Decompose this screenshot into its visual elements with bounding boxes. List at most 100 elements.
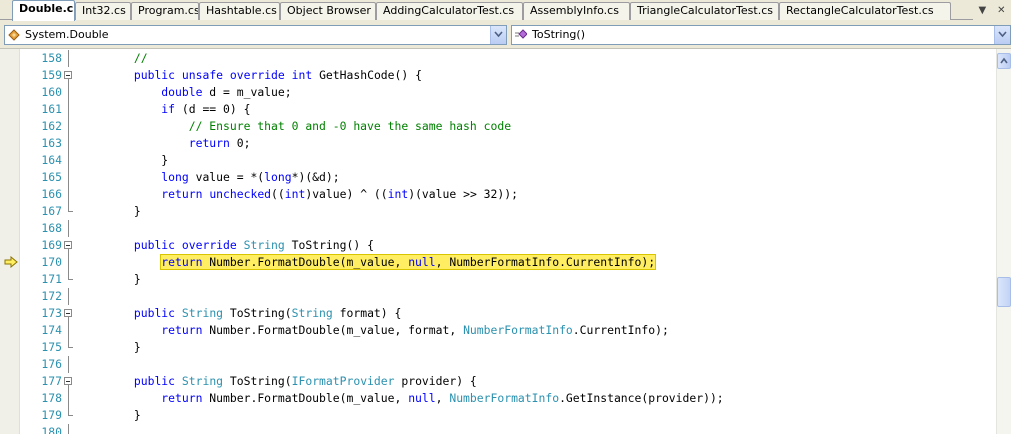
outline-gutter — [64, 203, 74, 220]
code-text: public String ToString(String format) { — [133, 306, 402, 320]
tab-double-cs[interactable]: Double.cs — [12, 0, 75, 21]
code-text: return Number.FormatDouble(m_value, form… — [161, 323, 669, 337]
line-number: 168 — [41, 221, 62, 235]
code-line[interactable]: 165 long value = *(long*)(&d); — [0, 169, 996, 186]
line-number: 161 — [41, 102, 62, 116]
collapse-icon[interactable] — [64, 241, 72, 249]
line-number: 162 — [41, 119, 62, 133]
tab-trianglecalculatortest-cs[interactable]: TriangleCalculatorTest.cs — [630, 2, 779, 20]
outline-gutter — [64, 288, 74, 305]
collapse-icon[interactable] — [64, 71, 72, 79]
code-text: return Number.FormatDouble(m_value, null… — [161, 391, 724, 405]
outline-gutter — [64, 407, 74, 424]
code-line[interactable]: 173 public String ToString(String format… — [0, 305, 996, 322]
code-text: public override String ToString() { — [133, 238, 374, 252]
tab-program-cs[interactable]: Program.cs — [131, 2, 199, 20]
code-line[interactable]: 172 — [0, 288, 996, 305]
member-dropdown[interactable]: ToString() — [511, 25, 1011, 45]
outline-gutter — [64, 322, 74, 339]
line-number: 163 — [41, 136, 62, 150]
code-text: } — [79, 153, 169, 167]
collapse-icon[interactable] — [64, 309, 72, 317]
scroll-up-button[interactable] — [997, 53, 1011, 69]
tab-assemblyinfo-cs[interactable]: AssemblyInfo.cs — [523, 2, 630, 20]
code-text: } — [79, 340, 141, 354]
line-number: 177 — [41, 374, 62, 388]
tab-hashtable-cs[interactable]: Hashtable.cs — [199, 2, 280, 20]
code-text: long value = *(long*)(&d); — [161, 170, 340, 184]
code-line[interactable]: 170 return Number.FormatDouble(m_value, … — [0, 254, 996, 271]
outline-gutter — [64, 254, 74, 271]
code-line[interactable]: 161 if (d == 0) { — [0, 101, 996, 118]
line-number: 164 — [41, 153, 62, 167]
code-text: // — [133, 51, 148, 65]
tab-list-icon[interactable]: ▼ — [978, 5, 986, 16]
type-dropdown[interactable]: System.Double — [4, 25, 507, 45]
document-tab-strip: Double.cs Int32.cs Program.cs Hashtable.… — [0, 0, 1011, 21]
code-text: return 0; — [188, 136, 251, 150]
code-line[interactable]: 179 } — [0, 407, 996, 424]
code-line[interactable]: 166 return unchecked((int)value) ^ ((int… — [0, 186, 996, 203]
code-editor[interactable]: 158 //159 public unsafe override int Get… — [0, 49, 996, 434]
line-number: 172 — [41, 289, 62, 303]
line-number: 159 — [41, 68, 62, 82]
line-number: 170 — [41, 255, 62, 269]
code-text: } — [79, 408, 141, 422]
code-line[interactable]: 169 public override String ToString() { — [0, 237, 996, 254]
tab-object-browser[interactable]: Object Browser — [280, 2, 376, 20]
outline-gutter — [64, 169, 74, 186]
tab-addingcalculatortest-cs[interactable]: AddingCalculatorTest.cs — [376, 2, 523, 20]
code-line[interactable]: 180 — [0, 424, 996, 434]
line-number: 171 — [41, 272, 62, 286]
line-number: 165 — [41, 170, 62, 184]
code-line[interactable]: 176 — [0, 356, 996, 373]
outline-gutter — [64, 67, 74, 84]
code-text: public unsafe override int GetHashCode()… — [133, 68, 422, 82]
vertical-scrollbar[interactable] — [996, 49, 1011, 434]
current-statement-highlight: return Number.FormatDouble(m_value, null… — [160, 254, 657, 270]
code-line[interactable]: 174 return Number.FormatDouble(m_value, … — [0, 322, 996, 339]
code-line[interactable]: 167 } — [0, 203, 996, 220]
code-text: } — [79, 204, 141, 218]
code-text: return Number.FormatDouble(m_value, null… — [79, 254, 657, 271]
code-line[interactable]: 177 public String ToString(IFormatProvid… — [0, 373, 996, 390]
outline-gutter — [64, 390, 74, 407]
method-icon — [515, 29, 527, 39]
outline-gutter — [64, 152, 74, 169]
line-number: 179 — [41, 408, 62, 422]
outline-gutter — [64, 118, 74, 135]
outline-gutter — [64, 186, 74, 203]
code-line[interactable]: 175 } — [0, 339, 996, 356]
close-icon[interactable]: ✕ — [997, 5, 1005, 16]
outline-gutter — [64, 271, 74, 288]
outline-gutter — [64, 84, 74, 101]
code-line[interactable]: 168 — [0, 220, 996, 237]
code-line[interactable]: 164 } — [0, 152, 996, 169]
code-line[interactable]: 178 return Number.FormatDouble(m_value, … — [0, 390, 996, 407]
tab-int32-cs[interactable]: Int32.cs — [75, 2, 131, 20]
code-line[interactable]: 163 return 0; — [0, 135, 996, 152]
line-number: 166 — [41, 187, 62, 201]
chevron-down-icon — [494, 31, 503, 38]
tab-rectanglecalculatortest-cs[interactable]: RectangleCalculatorTest.cs — [779, 2, 951, 20]
outline-gutter — [64, 220, 74, 237]
code-line[interactable]: 162 // Ensure that 0 and -0 have the sam… — [0, 118, 996, 135]
type-dropdown-arrow[interactable] — [490, 26, 506, 44]
member-dropdown-arrow[interactable] — [994, 26, 1010, 44]
line-number: 169 — [41, 238, 62, 252]
outline-gutter — [64, 135, 74, 152]
code-line[interactable]: 160 double d = m_value; — [0, 84, 996, 101]
type-dropdown-value: System.Double — [25, 28, 109, 41]
code-line[interactable]: 158 // — [0, 50, 996, 67]
scroll-thumb[interactable] — [997, 277, 1011, 307]
code-line[interactable]: 159 public unsafe override int GetHashCo… — [0, 67, 996, 84]
collapse-icon[interactable] — [64, 377, 72, 385]
chevron-down-icon — [998, 31, 1007, 38]
line-number: 158 — [41, 51, 62, 65]
line-number: 178 — [41, 391, 62, 405]
class-icon — [8, 29, 20, 41]
code-text: return unchecked((int)value) ^ ((int)(va… — [161, 187, 518, 201]
outline-gutter — [64, 356, 74, 373]
line-number: 173 — [41, 306, 62, 320]
code-line[interactable]: 171 } — [0, 271, 996, 288]
